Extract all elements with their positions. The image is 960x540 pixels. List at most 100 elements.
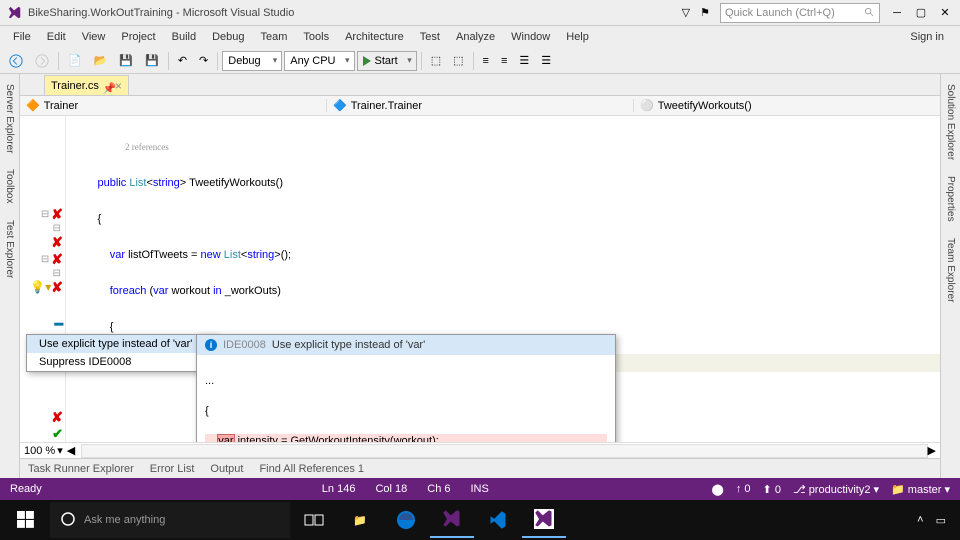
status-col: Col 18 — [375, 483, 407, 495]
menu-edit[interactable]: Edit — [40, 29, 73, 45]
menubar: File Edit View Project Build Debug Team … — [0, 26, 960, 48]
redo-button[interactable]: ↷ — [194, 50, 213, 72]
play-icon — [363, 56, 371, 66]
menu-build[interactable]: Build — [165, 29, 203, 45]
status-pending[interactable]: ⬤ — [712, 483, 724, 496]
document-tabs: Trainer.cs 📌 × — [20, 74, 940, 96]
open-button[interactable]: 📂 — [89, 50, 113, 72]
sign-in-link[interactable]: Sign in — [903, 29, 954, 45]
file-explorer-icon[interactable]: 📁 — [338, 502, 382, 538]
tab-solution-explorer[interactable]: Solution Explorer — [943, 78, 958, 166]
notifications-icon[interactable]: ⚑ — [700, 6, 710, 19]
qa-use-explicit-type[interactable]: Use explicit type instead of 'var'▶ — [27, 335, 217, 353]
menu-view[interactable]: View — [75, 29, 113, 45]
search-icon — [864, 7, 875, 18]
tb-comment[interactable]: ☰ — [514, 50, 534, 72]
menu-test[interactable]: Test — [413, 29, 447, 45]
right-side-tabs: Solution Explorer Properties Team Explor… — [940, 74, 960, 478]
config-combo[interactable]: Debug — [222, 51, 282, 71]
task-view-icon[interactable] — [292, 502, 336, 538]
code-editor[interactable]: ⊟✘ ⊟ ✘ ⊟✘ ⊟ 💡▾✘ ━ ✘ ✘ ✔ — [20, 116, 940, 442]
info-icon: i — [205, 339, 217, 351]
menu-tools[interactable]: Tools — [296, 29, 336, 45]
titlebar: BikeSharing.WorkOutTraining - Microsoft … — [0, 0, 960, 26]
menu-file[interactable]: File — [6, 29, 38, 45]
toolbar: 📄 📂 💾 💾 ↶ ↷ Debug Any CPU Start ⬚ ⬚ ≡ ≡ … — [0, 48, 960, 74]
status-repo[interactable]: 📁 master ▾ — [891, 483, 950, 496]
crumb-class[interactable]: 🔶 Trainer — [20, 99, 327, 112]
tab-toolbox[interactable]: Toolbox — [2, 163, 17, 209]
windows-taskbar: Ask me anything 📁 ˄ ▭ — [0, 500, 960, 540]
vs-taskbar-icon-2[interactable] — [522, 502, 566, 538]
window-title: BikeSharing.WorkOutTraining - Microsoft … — [28, 7, 294, 19]
pin-icon[interactable]: 📌 — [103, 82, 111, 90]
qa-suppress[interactable]: Suppress IDE0008▶ — [27, 353, 217, 371]
start-button-win[interactable] — [4, 502, 48, 538]
save-button[interactable]: 💾 — [114, 50, 138, 72]
main-area: Server Explorer Toolbox Test Explorer Tr… — [0, 74, 960, 478]
menu-window[interactable]: Window — [504, 29, 557, 45]
status-line: Ln 146 — [322, 483, 356, 495]
menu-project[interactable]: Project — [114, 29, 162, 45]
preview-diff: ... { var intensity = GetWorkoutIntensit… — [197, 355, 615, 442]
status-ready: Ready — [10, 483, 42, 495]
back-button[interactable] — [4, 50, 28, 72]
status-branch[interactable]: ⎇ productivity2 ▾ — [793, 483, 879, 496]
save-all-button[interactable]: 💾 — [140, 50, 164, 72]
platform-combo[interactable]: Any CPU — [284, 51, 354, 71]
cortana-icon — [60, 511, 76, 530]
cortana-search[interactable]: Ask me anything — [50, 502, 290, 538]
navigation-bar: 🔶 Trainer 🔷 Trainer.Trainer ⚪ TweetifyWo… — [20, 96, 940, 116]
tab-task-runner[interactable]: Task Runner Explorer — [28, 463, 134, 475]
quick-actions-menu: Use explicit type instead of 'var'▶ Supp… — [26, 334, 218, 372]
menu-architecture[interactable]: Architecture — [338, 29, 411, 45]
tb-uncomment[interactable]: ☰ — [536, 50, 556, 72]
editor-column: Trainer.cs 📌 × 🔶 Trainer 🔷 Trainer.Train… — [20, 74, 940, 478]
menu-team[interactable]: Team — [254, 29, 295, 45]
new-project-button[interactable]: 📄 — [63, 50, 87, 72]
tab-trainer-cs[interactable]: Trainer.cs 📌 × — [44, 75, 129, 95]
tab-output[interactable]: Output — [210, 463, 243, 475]
tb-indent-1[interactable]: ≡ — [478, 50, 494, 72]
menu-help[interactable]: Help — [559, 29, 596, 45]
statusbar: Ready Ln 146 Col 18 Ch 6 INS ⬤ ↑ 0 ⬆ 0 ⎇… — [0, 478, 960, 500]
system-tray[interactable]: ˄ ▭ — [917, 514, 956, 527]
quickfix-preview: i IDE0008 Use explicit type instead of '… — [196, 334, 616, 442]
tb-indent-2[interactable]: ≡ — [496, 50, 512, 72]
forward-button[interactable] — [30, 50, 54, 72]
zoom-level[interactable]: 100 % — [24, 445, 55, 457]
left-side-tabs: Server Explorer Toolbox Test Explorer — [0, 74, 20, 478]
vscode-icon[interactable] — [476, 502, 520, 538]
tab-find-refs[interactable]: Find All References 1 — [259, 463, 364, 475]
crumb-method[interactable]: ⚪ TweetifyWorkouts() — [634, 99, 940, 112]
tab-server-explorer[interactable]: Server Explorer — [2, 78, 17, 159]
gutter: ⊟✘ ⊟ ✘ ⊟✘ ⊟ 💡▾✘ ━ ✘ ✘ ✔ — [20, 116, 66, 442]
menu-analyze[interactable]: Analyze — [449, 29, 502, 45]
maximize-button[interactable]: ▢ — [914, 6, 928, 20]
tray-notifications-icon[interactable]: ▭ — [936, 514, 946, 527]
feedback-icon[interactable]: ▽ — [682, 6, 690, 19]
tab-test-explorer[interactable]: Test Explorer — [2, 214, 17, 284]
edge-icon[interactable] — [384, 502, 428, 538]
tb-misc-1[interactable]: ⬚ — [426, 50, 446, 72]
tab-team-explorer[interactable]: Team Explorer — [943, 232, 958, 308]
menu-debug[interactable]: Debug — [205, 29, 251, 45]
tb-misc-2[interactable]: ⬚ — [448, 50, 468, 72]
horizontal-scrollbar[interactable] — [81, 444, 927, 458]
tab-error-list[interactable]: Error List — [150, 463, 195, 475]
crumb-type[interactable]: 🔷 Trainer.Trainer — [327, 99, 634, 112]
tab-label: Trainer.cs — [51, 80, 99, 92]
vs-taskbar-icon[interactable] — [430, 502, 474, 538]
close-tab-icon[interactable]: × — [115, 79, 122, 93]
undo-button[interactable]: ↶ — [173, 50, 192, 72]
bottom-tabs: Task Runner Explorer Error List Output F… — [20, 458, 940, 478]
preview-header: i IDE0008 Use explicit type instead of '… — [197, 335, 615, 355]
quick-launch-input[interactable]: Quick Launch (Ctrl+Q) — [720, 3, 880, 23]
start-button[interactable]: Start — [357, 51, 417, 71]
close-button[interactable]: ✕ — [938, 6, 952, 20]
tab-properties[interactable]: Properties — [943, 170, 958, 228]
status-pub[interactable]: ⬆ 0 — [763, 483, 781, 496]
minimize-button[interactable]: ─ — [890, 6, 904, 20]
tray-chevron-icon[interactable]: ˄ — [917, 514, 923, 526]
status-up[interactable]: ↑ 0 — [736, 483, 751, 495]
